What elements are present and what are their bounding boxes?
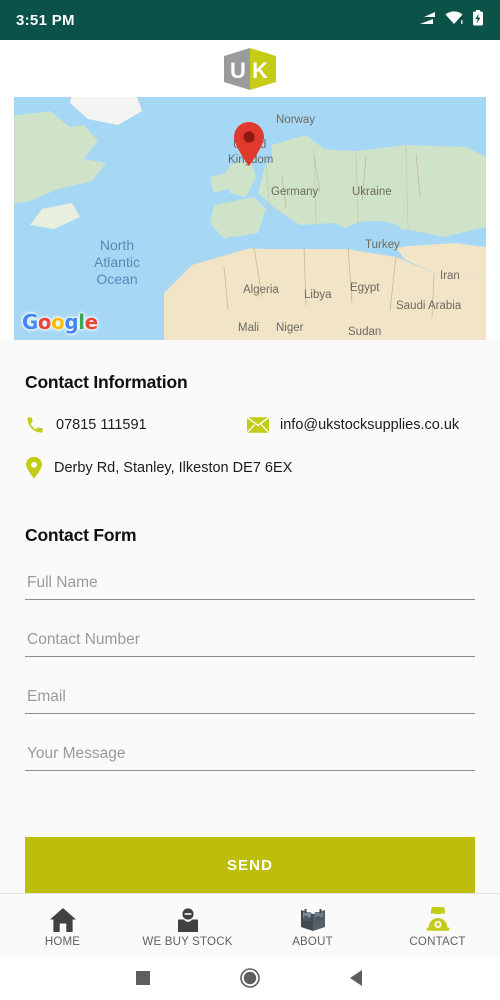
nav-label-home: HOME [44, 935, 81, 948]
contact-address-text: Derby Rd, Stanley, Ilkeston DE7 6EX [54, 460, 293, 476]
nav-item-home[interactable]: HOME [0, 903, 125, 948]
message-input[interactable] [25, 739, 475, 771]
contact-number-input[interactable] [25, 625, 475, 657]
nav-label-contact: CONTACT [409, 935, 466, 948]
logo-letter-k: K [252, 58, 268, 83]
email-icon [247, 417, 269, 433]
google-watermark: Google [22, 310, 98, 334]
location-pin-icon [25, 457, 43, 479]
contact-information-list: 07815 111591 info@ukstocksupplies.co.uk … [25, 415, 475, 479]
contact-address[interactable]: Derby Rd, Stanley, Ilkeston DE7 6EX [25, 457, 292, 479]
rotary-phone-icon [423, 903, 453, 933]
triangle-back-icon[interactable] [349, 969, 365, 987]
map-location-pin[interactable] [232, 121, 266, 167]
send-button[interactable]: SEND [25, 837, 475, 893]
nav-label-we-buy-stock: WE BUY STOCK [142, 935, 233, 948]
email-input[interactable] [25, 682, 475, 714]
logo-letter-u: U [230, 58, 246, 83]
contact-phone-text: 07815 111591 [56, 417, 147, 433]
inbox-icon [173, 903, 203, 933]
status-icon-group [418, 9, 484, 31]
contact-row-phone-email: 07815 111591 info@ukstocksupplies.co.uk [25, 415, 475, 435]
battery-charging-icon [472, 9, 484, 31]
full-name-input[interactable] [25, 568, 475, 600]
bottom-navigation: HOME WE BUY STOCK ABOUT CONTACT [0, 893, 500, 956]
square-icon[interactable] [135, 970, 151, 986]
home-icon [49, 903, 77, 933]
android-navigation-bar [0, 956, 500, 1000]
uk-logo: U K [224, 47, 276, 90]
circle-icon[interactable] [240, 968, 260, 988]
app-header: U K [0, 40, 500, 97]
status-bar: 3:51 PM [0, 0, 500, 40]
wifi-icon [445, 10, 463, 30]
signal-icon [418, 11, 436, 30]
nav-label-about: ABOUT [292, 935, 333, 948]
open-book-icon [298, 903, 328, 933]
nav-item-contact[interactable]: CONTACT [375, 903, 500, 948]
nav-item-we-buy-stock[interactable]: WE BUY STOCK [125, 903, 250, 948]
contact-email[interactable]: info@ukstocksupplies.co.uk [247, 417, 459, 433]
contact-phone[interactable]: 07815 111591 [25, 415, 247, 435]
nav-item-about[interactable]: ABOUT [250, 903, 375, 948]
app-root: 3:51 PM U K North Atlantic Ocean Norway … [0, 0, 500, 1000]
status-time: 3:51 PM [16, 11, 75, 29]
content-area: Contact Information 07815 111591 info@uk… [0, 340, 500, 893]
contact-row-address: Derby Rd, Stanley, Ilkeston DE7 6EX [25, 457, 475, 479]
contact-email-text: info@ukstocksupplies.co.uk [280, 417, 460, 433]
contact-form-title: Contact Form [25, 525, 137, 545]
contact-form [25, 568, 475, 771]
phone-icon [25, 415, 45, 435]
location-map[interactable]: NorthAtlanticOcean Norway United Kingdom… [14, 97, 486, 340]
contact-information-title: Contact Information [25, 372, 188, 392]
